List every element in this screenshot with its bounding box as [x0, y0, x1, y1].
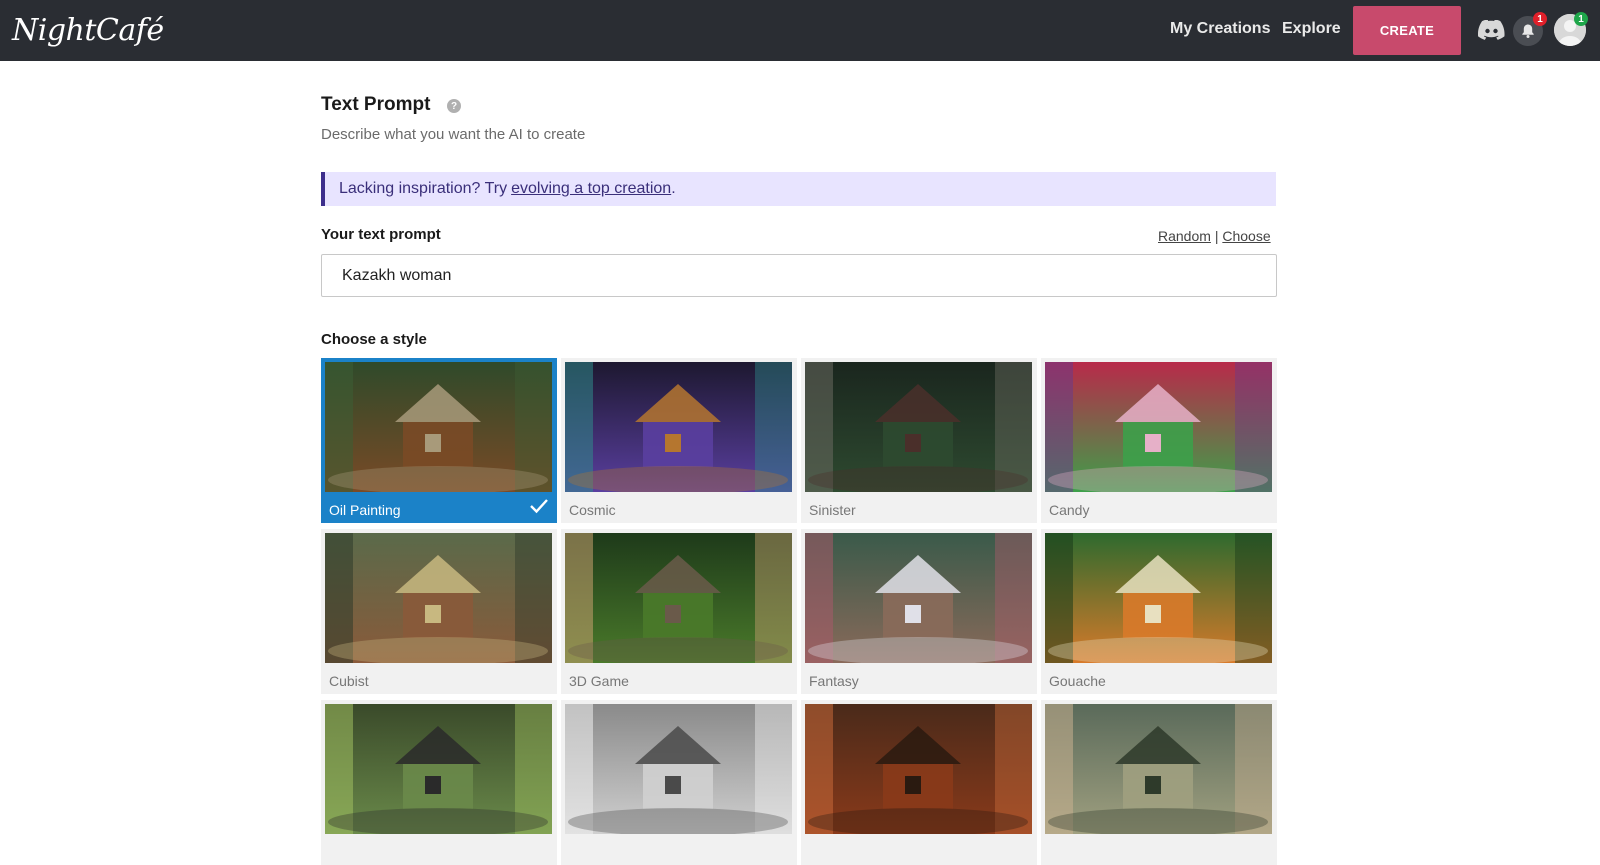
choose-prompt-link[interactable]: Choose — [1222, 228, 1270, 244]
style-thumbnail — [805, 362, 1032, 492]
style-card-sinister[interactable]: Sinister — [801, 358, 1037, 523]
style-name: Sinister — [809, 502, 856, 518]
create-button[interactable]: CREATE — [1353, 6, 1461, 55]
style-card-cosmic[interactable]: Cosmic — [561, 358, 797, 523]
style-thumbnail — [805, 533, 1032, 663]
style-thumbnail — [325, 704, 552, 834]
your-text-prompt-label: Your text prompt — [321, 226, 441, 243]
style-thumbnail — [1045, 533, 1272, 663]
style-thumbnail — [565, 704, 792, 834]
style-thumbnail — [1045, 704, 1272, 834]
style-card-gouache[interactable]: Gouache — [1041, 529, 1277, 694]
choose-style-label: Choose a style — [321, 331, 427, 348]
style-name: 3D Game — [569, 673, 629, 689]
style-card-partial-11[interactable] — [1041, 700, 1277, 865]
style-thumbnail — [565, 533, 792, 663]
discord-icon[interactable] — [1477, 19, 1506, 40]
style-card-fantasy[interactable]: Fantasy — [801, 529, 1037, 694]
random-prompt-link[interactable]: Random — [1158, 228, 1211, 244]
inspiration-text: Lacking inspiration? Try — [339, 180, 508, 197]
style-card-3d-game[interactable]: 3D Game — [561, 529, 797, 694]
style-card-candy[interactable]: Candy — [1041, 358, 1277, 523]
link-separator: | — [1214, 228, 1219, 244]
inspiration-banner: Lacking inspiration? Try evolving a top … — [321, 172, 1276, 206]
prompt-helper-links: Random | Choose — [1158, 228, 1271, 244]
style-name: Cubist — [329, 673, 369, 689]
style-thumbnail — [325, 533, 552, 663]
top-navbar: NightCafé My Creations Explore CREATE 1 … — [0, 0, 1600, 61]
style-thumbnail — [1045, 362, 1272, 492]
style-name: Cosmic — [569, 502, 616, 518]
style-card-partial-9[interactable] — [561, 700, 797, 865]
help-icon[interactable]: ? — [447, 99, 461, 113]
profile-count-badge: 1 — [1574, 12, 1588, 26]
style-thumbnail — [805, 704, 1032, 834]
text-prompt-subtitle: Describe what you want the AI to create — [321, 126, 586, 143]
style-card-partial-10[interactable] — [801, 700, 1037, 865]
text-prompt-input[interactable] — [321, 254, 1277, 297]
style-name: Fantasy — [809, 673, 859, 689]
style-card-cubist[interactable]: Cubist — [321, 529, 557, 694]
notification-count-badge: 1 — [1533, 12, 1547, 26]
style-card-partial-8[interactable] — [321, 700, 557, 865]
style-thumbnail — [565, 362, 792, 492]
style-name: Candy — [1049, 502, 1090, 518]
nav-my-creations[interactable]: My Creations — [1170, 20, 1270, 38]
style-name: Gouache — [1049, 673, 1106, 689]
inspiration-suffix: . — [671, 180, 676, 197]
style-card-oil-painting[interactable]: Oil Painting — [321, 358, 557, 523]
nightcafe-logo[interactable]: NightCafé — [12, 8, 164, 52]
style-thumbnail — [325, 362, 552, 492]
evolve-top-creation-link[interactable]: evolving a top creation — [511, 180, 671, 198]
nav-explore[interactable]: Explore — [1282, 20, 1341, 38]
style-name: Oil Painting — [329, 502, 401, 518]
checkmark-icon — [529, 496, 549, 516]
text-prompt-title: Text Prompt — [321, 94, 431, 115]
